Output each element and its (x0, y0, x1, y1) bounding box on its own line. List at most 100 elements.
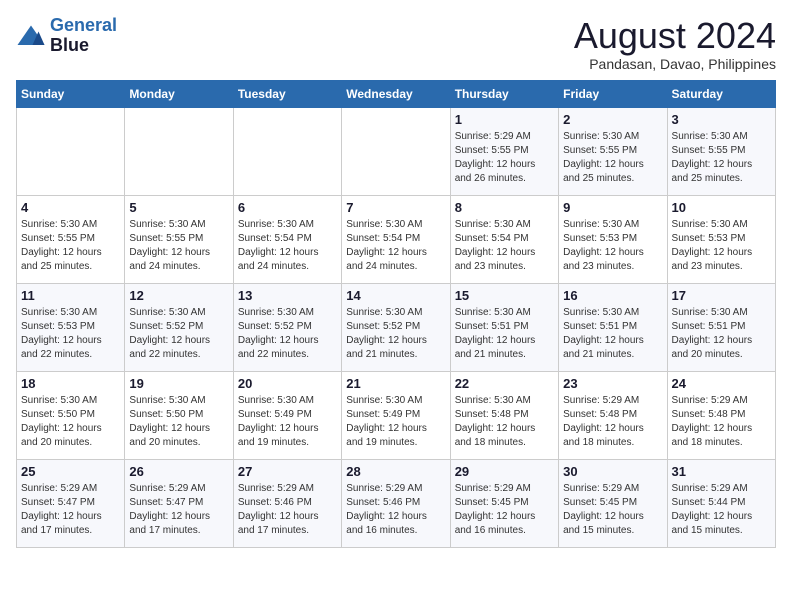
day-info: Sunrise: 5:29 AM Sunset: 5:48 PM Dayligh… (672, 394, 771, 450)
day-info: Sunrise: 5:30 AM Sunset: 5:51 PM Dayligh… (563, 306, 662, 362)
weekday-header: Sunday (17, 80, 125, 107)
day-number: 30 (563, 464, 662, 479)
month-title: August 2024 (574, 16, 776, 56)
title-block: August 2024 Pandasan, Davao, Philippines (574, 16, 776, 72)
calendar-cell (125, 107, 233, 195)
day-info: Sunrise: 5:29 AM Sunset: 5:45 PM Dayligh… (563, 482, 662, 538)
calendar-cell: 3 Sunrise: 5:30 AM Sunset: 5:55 PM Daylig… (667, 107, 775, 195)
day-number: 2 (563, 112, 662, 127)
day-info: Sunrise: 5:29 AM Sunset: 5:47 PM Dayligh… (21, 482, 120, 538)
calendar-cell: 9Sunrise: 5:30 AM Sunset: 5:53 PM Daylig… (559, 195, 667, 283)
weekday-header: Monday (125, 80, 233, 107)
day-info: Sunrise: 5:30 AM Sunset: 5:55 PM Dayligh… (672, 130, 771, 186)
day-info: Sunrise: 5:30 AM Sunset: 5:52 PM Dayligh… (346, 306, 445, 362)
day-info: Sunrise: 5:30 AM Sunset: 5:55 PM Dayligh… (563, 130, 662, 186)
weekday-header: Saturday (667, 80, 775, 107)
day-number: 29 (455, 464, 554, 479)
location-subtitle: Pandasan, Davao, Philippines (574, 56, 776, 72)
day-number: 4 (21, 200, 120, 215)
day-number: 16 (563, 288, 662, 303)
day-number: 21 (346, 376, 445, 391)
day-number: 5 (129, 200, 228, 215)
day-number: 3 (672, 112, 771, 127)
day-number: 7 (346, 200, 445, 215)
calendar-cell: 28 Sunrise: 5:29 AM Sunset: 5:46 PM Dayli… (342, 459, 450, 547)
day-info: Sunrise: 5:30 AM Sunset: 5:49 PM Dayligh… (238, 394, 337, 450)
day-number: 11 (21, 288, 120, 303)
day-info: Sunrise: 5:30 AM Sunset: 5:53 PM Dayligh… (672, 218, 771, 274)
calendar-cell: 21 Sunrise: 5:30 AM Sunset: 5:49 PM Dayli… (342, 371, 450, 459)
day-info: Sunrise: 5:29 AM Sunset: 5:48 PM Dayligh… (563, 394, 662, 450)
day-info: Sunrise: 5:29 AM Sunset: 5:45 PM Dayligh… (455, 482, 554, 538)
day-info: Sunrise: 5:30 AM Sunset: 5:50 PM Dayligh… (129, 394, 228, 450)
logo: General Blue (16, 16, 117, 56)
calendar-cell: 17 Sunrise: 5:30 AM Sunset: 5:51 PM Dayli… (667, 283, 775, 371)
day-info: Sunrise: 5:29 AM Sunset: 5:55 PM Dayligh… (455, 130, 554, 186)
day-number: 19 (129, 376, 228, 391)
weekday-header: Thursday (450, 80, 558, 107)
calendar-week-row: 25 Sunrise: 5:29 AM Sunset: 5:47 PM Dayli… (17, 459, 776, 547)
day-info: Sunrise: 5:30 AM Sunset: 5:53 PM Dayligh… (563, 218, 662, 274)
day-info: Sunrise: 5:30 AM Sunset: 5:50 PM Dayligh… (21, 394, 120, 450)
calendar-cell: 8Sunrise: 5:30 AM Sunset: 5:54 PM Daylig… (450, 195, 558, 283)
day-info: Sunrise: 5:30 AM Sunset: 5:53 PM Dayligh… (21, 306, 120, 362)
day-number: 22 (455, 376, 554, 391)
day-number: 26 (129, 464, 228, 479)
calendar-cell: 10 Sunrise: 5:30 AM Sunset: 5:53 PM Dayli… (667, 195, 775, 283)
calendar-cell: 12 Sunrise: 5:30 AM Sunset: 5:52 PM Dayli… (125, 283, 233, 371)
day-info: Sunrise: 5:29 AM Sunset: 5:47 PM Dayligh… (129, 482, 228, 538)
calendar-cell: 1Sunrise: 5:29 AM Sunset: 5:55 PM Daylig… (450, 107, 558, 195)
calendar-cell (17, 107, 125, 195)
calendar-cell: 22 Sunrise: 5:30 AM Sunset: 5:48 PM Dayli… (450, 371, 558, 459)
calendar-cell: 29 Sunrise: 5:29 AM Sunset: 5:45 PM Dayli… (450, 459, 558, 547)
calendar-week-row: 11 Sunrise: 5:30 AM Sunset: 5:53 PM Dayli… (17, 283, 776, 371)
page-header: General Blue August 2024 Pandasan, Davao… (16, 16, 776, 72)
calendar-week-row: 18Sunrise: 5:30 AM Sunset: 5:50 PM Dayli… (17, 371, 776, 459)
calendar-cell: 26 Sunrise: 5:29 AM Sunset: 5:47 PM Dayli… (125, 459, 233, 547)
calendar-cell: 4 Sunrise: 5:30 AM Sunset: 5:55 PM Daylig… (17, 195, 125, 283)
calendar-cell: 25 Sunrise: 5:29 AM Sunset: 5:47 PM Dayli… (17, 459, 125, 547)
weekday-header: Wednesday (342, 80, 450, 107)
calendar-cell: 30 Sunrise: 5:29 AM Sunset: 5:45 PM Dayli… (559, 459, 667, 547)
day-info: Sunrise: 5:30 AM Sunset: 5:52 PM Dayligh… (238, 306, 337, 362)
calendar-cell: 24 Sunrise: 5:29 AM Sunset: 5:48 PM Dayli… (667, 371, 775, 459)
day-number: 10 (672, 200, 771, 215)
calendar-cell: 14Sunrise: 5:30 AM Sunset: 5:52 PM Dayli… (342, 283, 450, 371)
day-info: Sunrise: 5:30 AM Sunset: 5:54 PM Dayligh… (346, 218, 445, 274)
calendar-header-row: SundayMondayTuesdayWednesdayThursdayFrid… (17, 80, 776, 107)
day-number: 31 (672, 464, 771, 479)
day-info: Sunrise: 5:30 AM Sunset: 5:52 PM Dayligh… (129, 306, 228, 362)
logo-icon (16, 24, 46, 48)
day-number: 25 (21, 464, 120, 479)
calendar-cell: 15Sunrise: 5:30 AM Sunset: 5:51 PM Dayli… (450, 283, 558, 371)
day-info: Sunrise: 5:29 AM Sunset: 5:44 PM Dayligh… (672, 482, 771, 538)
day-number: 13 (238, 288, 337, 303)
day-info: Sunrise: 5:29 AM Sunset: 5:46 PM Dayligh… (346, 482, 445, 538)
calendar-cell: 7 Sunrise: 5:30 AM Sunset: 5:54 PM Daylig… (342, 195, 450, 283)
calendar-cell: 16 Sunrise: 5:30 AM Sunset: 5:51 PM Dayli… (559, 283, 667, 371)
calendar-cell: 2 Sunrise: 5:30 AM Sunset: 5:55 PM Daylig… (559, 107, 667, 195)
day-info: Sunrise: 5:30 AM Sunset: 5:49 PM Dayligh… (346, 394, 445, 450)
day-number: 15 (455, 288, 554, 303)
day-number: 20 (238, 376, 337, 391)
weekday-header: Tuesday (233, 80, 341, 107)
weekday-header: Friday (559, 80, 667, 107)
calendar-table: SundayMondayTuesdayWednesdayThursdayFrid… (16, 80, 776, 548)
day-number: 24 (672, 376, 771, 391)
calendar-week-row: 1Sunrise: 5:29 AM Sunset: 5:55 PM Daylig… (17, 107, 776, 195)
calendar-cell (233, 107, 341, 195)
calendar-cell: 5 Sunrise: 5:30 AM Sunset: 5:55 PM Daylig… (125, 195, 233, 283)
day-number: 27 (238, 464, 337, 479)
calendar-cell: 18Sunrise: 5:30 AM Sunset: 5:50 PM Dayli… (17, 371, 125, 459)
day-number: 28 (346, 464, 445, 479)
day-info: Sunrise: 5:30 AM Sunset: 5:54 PM Dayligh… (455, 218, 554, 274)
day-info: Sunrise: 5:30 AM Sunset: 5:55 PM Dayligh… (129, 218, 228, 274)
day-info: Sunrise: 5:30 AM Sunset: 5:51 PM Dayligh… (672, 306, 771, 362)
day-info: Sunrise: 5:30 AM Sunset: 5:54 PM Dayligh… (238, 218, 337, 274)
day-number: 17 (672, 288, 771, 303)
calendar-cell: 27Sunrise: 5:29 AM Sunset: 5:46 PM Dayli… (233, 459, 341, 547)
day-number: 12 (129, 288, 228, 303)
calendar-cell: 31 Sunrise: 5:29 AM Sunset: 5:44 PM Dayli… (667, 459, 775, 547)
day-info: Sunrise: 5:30 AM Sunset: 5:48 PM Dayligh… (455, 394, 554, 450)
day-info: Sunrise: 5:30 AM Sunset: 5:55 PM Dayligh… (21, 218, 120, 274)
